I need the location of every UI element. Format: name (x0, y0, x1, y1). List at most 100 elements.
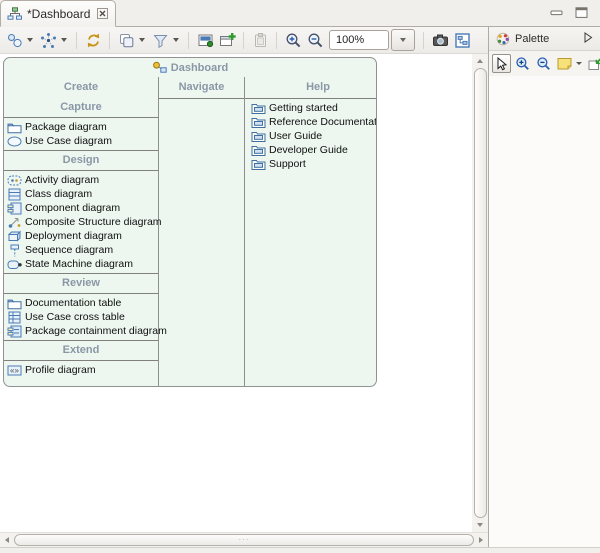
palette-body[interactable] (489, 76, 600, 547)
create-item-use-case-cross-table[interactable]: Use Case cross table (4, 310, 158, 324)
use-case-cross-table-icon (7, 311, 22, 324)
create-item-package-containment-diagram[interactable]: Package containment diagram (4, 324, 158, 338)
help-column-header: Help (245, 77, 377, 99)
item-label: Package containment diagram (25, 325, 167, 337)
copy-appearance-dropdown-icon[interactable] (139, 38, 145, 42)
copy-appearance-button[interactable] (116, 30, 136, 50)
toolbar-separator (188, 32, 189, 49)
zoom-level-dropdown-button[interactable] (391, 29, 415, 51)
help-item-support[interactable]: Support (245, 157, 377, 171)
palette-zoom-in-button[interactable] (513, 54, 532, 73)
diagram-canvas[interactable]: Dashboard Create Capture (0, 54, 472, 532)
filter-button[interactable] (150, 30, 170, 50)
shortcut-tool-button[interactable] (586, 54, 600, 73)
item-label: Support (269, 158, 306, 170)
package-containment-diagram-icon (7, 325, 22, 338)
help-folder-icon (251, 102, 266, 115)
vertical-scrollbar-thumb[interactable] (474, 68, 487, 518)
palette-icon (495, 32, 510, 45)
tab-dashboard[interactable]: *Dashboard (0, 0, 116, 27)
snapshot-button[interactable] (430, 30, 450, 50)
use-case-diagram-icon (7, 135, 22, 148)
zoom-out-button[interactable] (305, 30, 325, 50)
related-elements-button[interactable] (4, 30, 24, 50)
maximize-button[interactable] (575, 7, 588, 18)
new-diagram-view-button[interactable] (217, 30, 237, 50)
editor-tab-bar: *Dashboard (0, 0, 600, 27)
create-item-composite-structure-diagram[interactable]: Composite Structure diagram (4, 215, 158, 229)
class-diagram-icon (7, 188, 22, 201)
item-label: Activity diagram (25, 174, 99, 186)
note-tool-button[interactable] (555, 54, 574, 73)
composite-structure-diagram-icon (7, 216, 22, 229)
help-item-user-guide[interactable]: User Guide (245, 129, 377, 143)
help-folder-icon (251, 116, 266, 129)
toolbar-separator (423, 32, 424, 49)
note-tool-dropdown-icon[interactable] (576, 62, 582, 65)
design-section-header: Design (4, 151, 158, 171)
synchronize-button[interactable] (83, 30, 103, 50)
eclipse-window: *Dashboard (0, 0, 600, 553)
dashboard-panel: Dashboard Create Capture (3, 57, 377, 387)
toolbar-separator (76, 32, 77, 49)
section-design: Design Activity diagram Clas (4, 151, 158, 274)
item-label: Use Case diagram (25, 135, 112, 147)
palette-expand-icon[interactable] (584, 32, 593, 46)
help-item-reference-documentation[interactable]: Reference Documentation (245, 115, 377, 129)
toolbar-separator (109, 32, 110, 49)
paste-button (250, 30, 270, 50)
create-item-package-diagram[interactable]: Package diagram (4, 120, 158, 134)
create-item-component-diagram[interactable]: Component diagram (4, 201, 158, 215)
create-item-sequence-diagram[interactable]: Sequence diagram (4, 243, 158, 257)
review-section-header: Review (4, 274, 158, 294)
create-item-class-diagram[interactable]: Class diagram (4, 187, 158, 201)
horizontal-scrollbar-thumb[interactable]: ··· (14, 534, 474, 546)
zoom-in-button[interactable] (283, 30, 303, 50)
create-column: Create Capture Package diagram (4, 77, 159, 386)
scroll-left-icon[interactable] (1, 534, 13, 546)
item-label: Developer Guide (269, 144, 348, 156)
help-folder-icon (251, 144, 266, 157)
create-item-documentation-table[interactable]: Documentation table (4, 296, 158, 310)
related-elements-dropdown-icon[interactable] (27, 38, 33, 42)
item-label: Profile diagram (25, 364, 96, 376)
create-item-activity-diagram[interactable]: Activity diagram (4, 173, 158, 187)
horizontal-scrollbar[interactable]: ··· (0, 532, 488, 547)
dashboard-title-text: Dashboard (171, 62, 228, 74)
item-label: Getting started (269, 102, 338, 114)
vertical-scrollbar[interactable] (472, 54, 488, 532)
create-item-profile-diagram[interactable]: «» Profile diagram (4, 363, 158, 377)
section-extend: Extend «» Profile diagram (4, 341, 158, 379)
select-tool-button[interactable] (492, 54, 511, 73)
create-item-state-machine-diagram[interactable]: State Machine diagram (4, 257, 158, 271)
palette-zoom-out-button[interactable] (534, 54, 553, 73)
create-item-use-case-diagram[interactable]: Use Case diagram (4, 134, 158, 148)
export-diagram-button[interactable] (452, 30, 472, 50)
scroll-right-icon[interactable] (475, 534, 487, 546)
help-item-getting-started[interactable]: Getting started (245, 101, 377, 115)
arrange-dropdown-icon[interactable] (61, 38, 67, 42)
scroll-down-icon[interactable] (474, 519, 486, 531)
dashboard-panel-title: Dashboard (4, 58, 376, 77)
canvas-row: Dashboard Create Capture (0, 54, 488, 532)
arrange-button[interactable] (38, 30, 58, 50)
item-label: Sequence diagram (25, 244, 113, 256)
filter-dropdown-icon[interactable] (173, 38, 179, 42)
diagram-view-button[interactable] (195, 30, 215, 50)
diagram-toolbar: 100% (0, 27, 488, 54)
zoom-level-input[interactable]: 100% (329, 30, 389, 50)
scroll-up-icon[interactable] (474, 55, 486, 67)
item-label: User Guide (269, 130, 322, 142)
tab-close-icon[interactable] (97, 8, 108, 19)
profile-diagram-icon: «» (7, 364, 22, 377)
toolbar-separator (276, 32, 277, 49)
palette-header[interactable]: Palette (489, 27, 600, 51)
extend-section-header: Extend (4, 341, 158, 361)
minimize-button[interactable] (550, 7, 563, 18)
help-item-developer-guide[interactable]: Developer Guide (245, 143, 377, 157)
deployment-diagram-icon (7, 230, 22, 243)
view-controls (550, 7, 588, 18)
create-item-deployment-diagram[interactable]: Deployment diagram (4, 229, 158, 243)
create-column-header: Create (4, 77, 158, 98)
help-folder-icon (251, 130, 266, 143)
